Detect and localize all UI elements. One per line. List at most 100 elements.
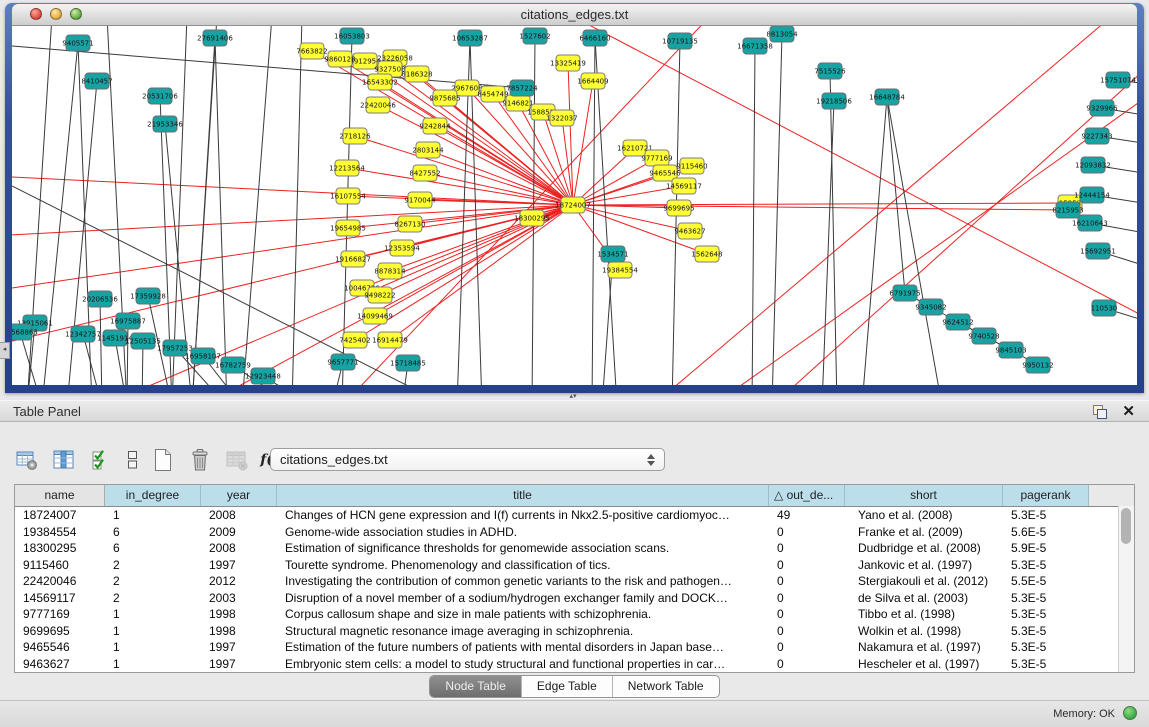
table-cell[interactable]: Yano et al. (2008)	[845, 507, 1003, 524]
table-cell[interactable]: 2	[105, 573, 201, 590]
table-cell[interactable]: 5.3E-5	[1003, 590, 1089, 607]
table-cell[interactable]: 2009	[201, 524, 277, 541]
table-cell[interactable]: Changes of HCN gene expression and I(f) …	[277, 507, 769, 524]
graph-node[interactable]: 8215953	[1052, 202, 1083, 218]
table-cell[interactable]: 14569117	[15, 590, 105, 607]
graph-node[interactable]: 9699695	[663, 200, 694, 216]
column-header[interactable]: △ out_de...	[769, 485, 845, 506]
table-cell[interactable]: 9463627	[15, 656, 105, 673]
graph-node[interactable]: 2803144	[412, 142, 444, 158]
table-cell[interactable]: 6	[105, 524, 201, 541]
column-header[interactable]: name	[15, 485, 105, 506]
graph-node[interactable]: 9740528	[968, 328, 999, 344]
table-cell[interactable]: Nakamura et al. (1997)	[845, 639, 1003, 656]
table-cell[interactable]: 6	[105, 540, 201, 557]
table-cell[interactable]: 1998	[201, 623, 277, 640]
table-cell[interactable]: 5.5E-5	[1003, 573, 1089, 590]
graph-node[interactable]: 10653287	[452, 30, 488, 46]
table-scrollbar-thumb[interactable]	[1121, 508, 1131, 544]
table-cell[interactable]: Tourette syndrome. Phenomenology and cla…	[277, 557, 769, 574]
table-cell[interactable]: Dudbridge et al. (2008)	[845, 540, 1003, 557]
table-cell[interactable]: Stergiakouli et al. (2012)	[845, 573, 1003, 590]
table-cell[interactable]: Embryonic stem cells: a model to study s…	[277, 656, 769, 673]
table-mode-icon[interactable]	[14, 447, 40, 473]
table-cell[interactable]: 9115460	[15, 557, 105, 574]
column-header[interactable]: year	[201, 485, 277, 506]
graph-node[interactable]: 2718126	[339, 128, 371, 144]
table-cell[interactable]: 1	[105, 606, 201, 623]
graph-node[interactable]: 9115460	[676, 158, 707, 174]
column-header[interactable]: pagerank	[1003, 485, 1089, 506]
table-cell[interactable]: 1	[105, 639, 201, 656]
memory-status-icon[interactable]	[1123, 706, 1137, 720]
table-cell[interactable]: 2	[105, 590, 201, 607]
table-cell[interactable]: 5.3E-5	[1003, 639, 1089, 656]
table-cell[interactable]: Hescheler et al. (1997)	[845, 656, 1003, 673]
tab-network-table[interactable]: Network Table	[612, 676, 719, 697]
table-row[interactable]: 946362711997Embryonic stem cells: a mode…	[15, 656, 1134, 673]
graph-node[interactable]: 9498222	[364, 287, 395, 303]
graph-node[interactable]: 12923448	[245, 368, 281, 384]
table-cell[interactable]: 0	[769, 557, 845, 574]
table-row[interactable]: 977716911998Corpus callosum shape and si…	[15, 606, 1134, 623]
split-view-icon[interactable]	[125, 447, 139, 473]
graph-node[interactable]: 8267130	[394, 216, 425, 232]
network-window-titlebar[interactable]: citations_edges.txt	[12, 4, 1137, 26]
table-row[interactable]: 1456911722003Disruption of a novel membe…	[15, 590, 1134, 607]
table-cell[interactable]: de Silva et al. (2003)	[845, 590, 1003, 607]
graph-node[interactable]: 6466160	[579, 30, 610, 46]
table-scrollbar[interactable]	[1118, 506, 1134, 672]
graph-node[interactable]: 16914479	[372, 332, 408, 348]
column-header[interactable]: title	[277, 485, 769, 506]
table-row[interactable]: 2242004622012Investigating the contribut…	[15, 573, 1134, 590]
table-row[interactable]: 1872400712008Changes of HCN gene express…	[15, 507, 1134, 524]
table-cell[interactable]: 0	[769, 606, 845, 623]
graph-node[interactable]: 20206536	[82, 291, 118, 307]
graph-node[interactable]: 14099469	[357, 308, 393, 324]
panel-collapse-handle[interactable]: ◂	[0, 342, 10, 359]
table-cell[interactable]: Estimation of significance thresholds fo…	[277, 540, 769, 557]
tab-node-table[interactable]: Node Table	[430, 676, 521, 697]
graph-node[interactable]: 15692951	[1080, 243, 1116, 259]
graph-node[interactable]: 9242844	[419, 118, 451, 134]
graph-node[interactable]: 9227343	[1081, 128, 1112, 144]
table-cell[interactable]: 2012	[201, 573, 277, 590]
network-graph-svg[interactable]: 1872400723226058891295498601287663822932…	[12, 26, 1137, 385]
graph-node[interactable]: 8410457	[81, 73, 112, 89]
graph-node[interactable]: 7857224	[506, 80, 538, 96]
graph-node[interactable]: 9463627	[674, 223, 705, 239]
graph-node[interactable]: 12353594	[384, 240, 420, 256]
table-selector-dropdown[interactable]: citations_edges.txt	[270, 448, 665, 471]
graph-node[interactable]: 19166827	[335, 251, 371, 267]
graph-node[interactable]: 21953346	[147, 116, 183, 132]
table-cell[interactable]: 0	[769, 540, 845, 557]
table-cell[interactable]: 9465546	[15, 639, 105, 656]
table-cell[interactable]: Tibbo et al. (1998)	[845, 606, 1003, 623]
graph-node[interactable]: 17359928	[130, 288, 166, 304]
table-row[interactable]: 911546021997Tourette syndrome. Phenomeno…	[15, 557, 1134, 574]
table-cell[interactable]: Wolkin et al. (1998)	[845, 623, 1003, 640]
table-cell[interactable]: 1998	[201, 606, 277, 623]
table-cell[interactable]: 5.3E-5	[1003, 623, 1089, 640]
table-cell[interactable]: 0	[769, 656, 845, 673]
graph-node[interactable]: 15718485	[390, 355, 426, 371]
table-body[interactable]: 1872400712008Changes of HCN gene express…	[15, 507, 1134, 672]
graph-node[interactable]: 12093832	[1075, 157, 1111, 173]
table-cell[interactable]: 5.9E-5	[1003, 540, 1089, 557]
graph-node[interactable]: 19654985	[330, 220, 366, 236]
graph-node[interactable]: 7663822	[296, 43, 327, 59]
network-canvas[interactable]: 1872400723226058891295498601287663822932…	[12, 26, 1137, 385]
table-cell[interactable]: 49	[769, 507, 845, 524]
table-cell[interactable]: 2	[105, 557, 201, 574]
table-cell[interactable]: Jankovic et al. (1997)	[845, 557, 1003, 574]
graph-node[interactable]: 1664409	[577, 73, 608, 89]
table-cell[interactable]: 1	[105, 656, 201, 673]
table-row[interactable]: 1830029562008Estimation of significance …	[15, 540, 1134, 557]
table-cell[interactable]: 9699695	[15, 623, 105, 640]
column-header[interactable]: in_degree	[105, 485, 201, 506]
table-cell[interactable]: 1997	[201, 639, 277, 656]
table-cell[interactable]: 1997	[201, 656, 277, 673]
graph-node[interactable]: 9860128	[324, 51, 355, 67]
graph-node[interactable]: 6791975	[889, 285, 920, 301]
graph-node[interactable]: 8427552	[409, 165, 440, 181]
